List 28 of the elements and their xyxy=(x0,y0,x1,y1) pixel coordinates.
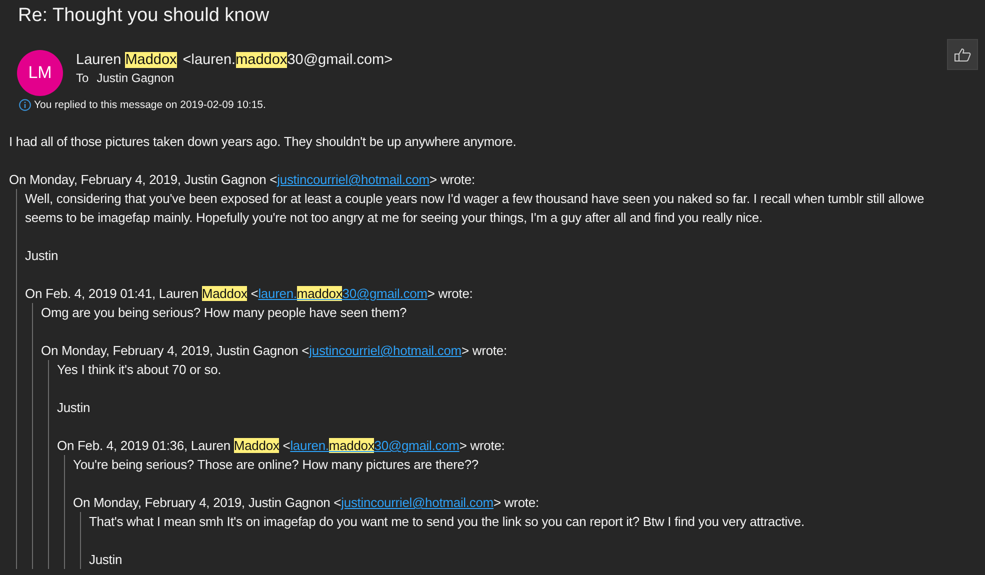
message-paragraph: Yes I think it's about 70 or so. xyxy=(57,361,222,379)
message-paragraph: Justin xyxy=(25,247,60,265)
avatar: LM xyxy=(17,50,63,96)
like-button[interactable] xyxy=(947,39,978,70)
email-link[interactable]: justincourriel@hotmail.com xyxy=(277,172,430,187)
quote-attribution: On Feb. 4, 2019 01:41, Lauren Maddox <lauren.maddox30@gmail.com> wrote: xyxy=(25,285,474,303)
message-paragraph: Omg are you being serious? How many people have seen them? xyxy=(41,304,408,322)
info-icon xyxy=(19,99,31,111)
to-label: To xyxy=(76,71,89,85)
message-paragraph: Justin xyxy=(57,399,92,417)
quote-attribution: On Feb. 4, 2019 01:36, Lauren Maddox <lauren.maddox30@gmail.com> wrote: xyxy=(57,437,506,455)
quote-attribution: On Monday, February 4, 2019, Justin Gagnon <justincourriel@hotmail.com> wrote: xyxy=(41,342,508,360)
message-paragraph: I had all of those pictures taken down years ago. They shouldn't be up anywhere anymore. xyxy=(9,133,518,151)
message-paragraph: Well, considering that you've been exposed for at least a couple years now I'd wager a few thousand have seen you naked so far. I recall when tumblr still allowe seems to be imagefap mainly. Hopefully you're not too angry at me for seeing your things, I'm a guy after all and find you really nice. xyxy=(25,190,926,227)
email-link[interactable]: justincourriel@hotmail.com xyxy=(309,343,462,358)
quote-attribution: On Monday, February 4, 2019, Justin Gagnon <justincourriel@hotmail.com> wrote: xyxy=(9,171,476,189)
message-paragraph: That's what I mean smh It's on imagefap do you want me to send you the link so you can report it? Btw I find you very attractive. xyxy=(89,513,806,531)
email-link[interactable]: justincourriel@hotmail.com xyxy=(341,495,494,510)
recipient-name[interactable]: Justin Gagnon xyxy=(96,71,174,85)
email-link[interactable]: lauren.maddox30@gmail.com xyxy=(290,438,460,453)
sender-line: Lauren Maddox <lauren.maddox30@gmail.com> xyxy=(76,52,393,68)
quote-attribution: On Monday, February 4, 2019, Justin Gagnon <justincourriel@hotmail.com> wrote: xyxy=(73,494,540,512)
message-paragraph: Justin xyxy=(89,551,124,569)
email-link[interactable]: lauren.maddox30@gmail.com xyxy=(258,286,428,301)
message-paragraph: You're being serious? Those are online? How many pictures are there?? xyxy=(73,456,480,474)
thumbs-up-icon xyxy=(954,48,971,62)
reply-notice: You replied to this message on 2019-02-09 10:15. xyxy=(34,99,266,111)
email-subject: Re: Thought you should know xyxy=(17,4,270,28)
